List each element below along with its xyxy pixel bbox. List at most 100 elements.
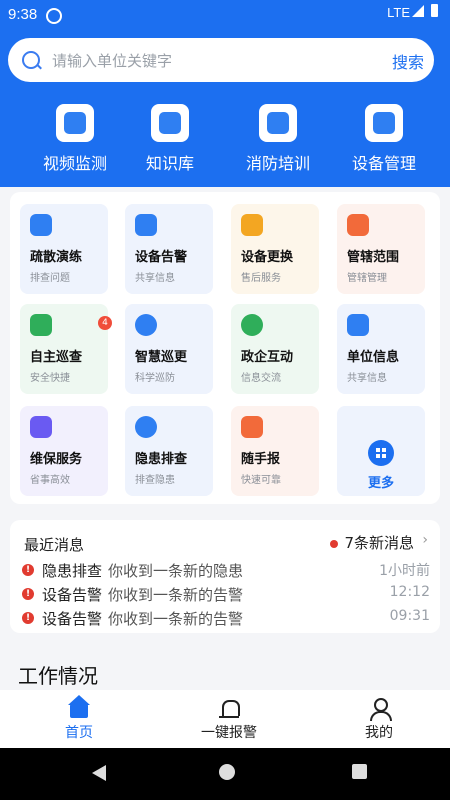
signal-icon <box>412 5 424 17</box>
nav-video-monitor[interactable]: 视频监测 <box>25 104 125 174</box>
home-circle-icon[interactable] <box>219 764 235 780</box>
grid-maintenance[interactable]: 维保服务 省事高效 <box>20 406 108 496</box>
bell-icon <box>218 698 240 718</box>
card-title: 维保服务 <box>30 452 83 467</box>
grid-more-icon <box>368 440 394 466</box>
user-icon <box>368 698 392 721</box>
message-row[interactable]: ! 隐患排查 你收到一条新的隐患 1小时前 <box>22 560 432 582</box>
sync-icon <box>46 8 62 24</box>
message-text: 你收到一条新的告警 <box>108 610 244 628</box>
function-grid: 疏散演练 排查问题 设备告警 共享信息 设备更换 售后服务 管辖范围 管辖管理 … <box>10 192 440 504</box>
card-title: 设备更换 <box>241 250 294 265</box>
card-title: 自主巡查 <box>30 350 83 365</box>
recents-icon[interactable] <box>352 764 367 779</box>
card-subtitle: 快速可靠 <box>241 475 281 486</box>
grid-device-alarm[interactable]: 设备告警 共享信息 <box>125 204 213 294</box>
building-icon <box>347 314 369 336</box>
nav-label: 视频监测 <box>42 154 107 173</box>
nav-device-management[interactable]: 设备管理 <box>334 104 434 174</box>
card-title: 管辖范围 <box>347 250 400 265</box>
message-time: 1小时前 <box>379 563 430 579</box>
card-subtitle: 售后服务 <box>241 273 281 284</box>
home-icon <box>68 695 90 718</box>
bell-alarm-icon <box>135 214 157 236</box>
grid-jurisdiction[interactable]: 管辖范围 管辖管理 <box>337 204 425 294</box>
exchange-icon <box>241 214 263 236</box>
message-category: 隐患排查 <box>42 562 103 580</box>
nav-fire-training[interactable]: 消防培训 <box>228 104 328 174</box>
message-row[interactable]: ! 设备告警 你收到一条新的告警 12:12 <box>22 584 432 606</box>
alert-icon: ! <box>22 588 34 600</box>
new-message-count[interactable]: 7条新消息 <box>330 532 414 553</box>
tab-home[interactable]: 首页 <box>24 695 134 742</box>
grid-quick-report[interactable]: 随手报 快速可靠 <box>231 406 319 496</box>
message-text: 你收到一条新的隐患 <box>108 562 244 580</box>
card-subtitle: 共享信息 <box>347 373 387 384</box>
card-subtitle: 管辖管理 <box>347 273 387 284</box>
message-time: 12:12 <box>389 584 430 600</box>
grid-hazard-check[interactable]: 隐患排查 排查隐患 <box>125 406 213 496</box>
network-label: LTE <box>387 5 410 20</box>
card-subtitle: 科学巡防 <box>135 373 175 384</box>
nav-knowledge-base[interactable]: 知识库 <box>120 104 220 174</box>
library-icon <box>151 104 189 142</box>
notification-badge: 4 <box>98 316 112 330</box>
nav-label: 设备管理 <box>351 154 416 173</box>
chevron-right-icon[interactable]: › <box>422 532 428 548</box>
shield-icon <box>30 314 52 336</box>
card-title: 疏散演练 <box>30 250 83 265</box>
tab-label: 一键报警 <box>201 725 257 741</box>
message-category: 设备告警 <box>42 610 103 628</box>
message-text: 你收到一条新的告警 <box>108 586 244 604</box>
card-subtitle: 共享信息 <box>135 273 175 284</box>
card-title: 单位信息 <box>347 350 400 365</box>
grid-smart-patrol[interactable]: 智慧巡更 科学巡防 <box>125 304 213 394</box>
messages-title: 最近消息 <box>24 536 85 554</box>
card-title: 隐患排查 <box>135 452 188 467</box>
grid-unit-info[interactable]: 单位信息 共享信息 <box>337 304 425 394</box>
search-bar[interactable]: 请输入单位关键字 搜索 <box>8 38 434 82</box>
system-nav-bar <box>0 748 450 800</box>
card-subtitle: 信息交流 <box>241 373 281 384</box>
battery-icon <box>431 4 438 17</box>
more-label: 更多 <box>367 476 394 491</box>
inspect-icon <box>135 416 157 438</box>
search-button[interactable]: 搜索 <box>392 49 424 73</box>
card-subtitle: 安全快捷 <box>30 373 70 384</box>
alert-icon: ! <box>22 612 34 624</box>
chat-icon <box>241 314 263 336</box>
status-bar: 9:38 LTE <box>0 0 450 30</box>
s-circle-icon <box>135 314 157 336</box>
grid-self-inspection[interactable]: 自主巡查 安全快捷 <box>20 304 108 394</box>
tab-label: 首页 <box>65 725 93 741</box>
message-row[interactable]: ! 设备告警 你收到一条新的告警 09:31 <box>22 608 432 630</box>
card-title: 随手报 <box>241 452 281 467</box>
nav-label: 知识库 <box>145 154 194 173</box>
search-input[interactable]: 请输入单位关键字 <box>52 50 172 71</box>
card-subtitle: 省事高效 <box>30 475 70 486</box>
card-title: 智慧巡更 <box>135 350 188 365</box>
camera-icon <box>56 104 94 142</box>
card-subtitle: 排查隐患 <box>135 475 175 486</box>
search-icon <box>22 51 40 69</box>
calendar-check-icon <box>30 416 52 438</box>
map-pin-icon <box>347 214 369 236</box>
recent-messages: 最近消息 7条新消息 › ! 隐患排查 你收到一条新的隐患 1小时前 ! 设备告… <box>10 520 440 633</box>
tab-one-key-alarm[interactable]: 一键报警 <box>174 698 284 742</box>
card-subtitle: 排查问题 <box>30 273 70 284</box>
card-title: 政企互动 <box>241 350 294 365</box>
grid-evacuation-drill[interactable]: 疏散演练 排查问题 <box>20 204 108 294</box>
back-icon[interactable] <box>92 765 106 781</box>
grid-gov-interaction[interactable]: 政企互动 信息交流 <box>231 304 319 394</box>
top-nav: 视频监测 知识库 消防培训 设备管理 <box>0 104 450 176</box>
tab-profile[interactable]: 我的 <box>324 698 434 742</box>
grid-device-replace[interactable]: 设备更换 售后服务 <box>231 204 319 294</box>
report-hand-icon <box>241 416 263 438</box>
work-status-heading: 工作情况 <box>18 664 98 688</box>
card-title: 设备告警 <box>135 250 188 265</box>
message-time: 09:31 <box>389 608 430 624</box>
nav-label: 消防培训 <box>245 154 310 173</box>
grid-more[interactable]: 更多 <box>337 406 425 496</box>
status-time: 9:38 <box>8 6 38 23</box>
box-icon <box>365 104 403 142</box>
